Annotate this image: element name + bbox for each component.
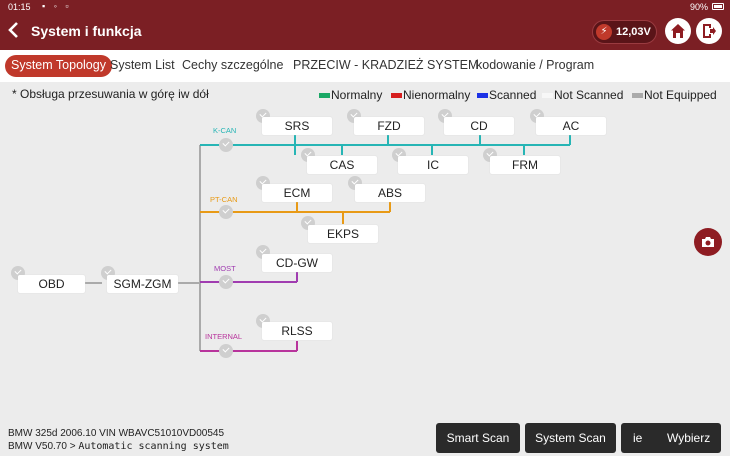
vehicle-path: BMW V50.70 > Automatic scanning system — [8, 441, 229, 452]
bus-check-icon — [219, 275, 233, 289]
vehicle-info: BMW 325d 2006.10 VIN WBAVC51010VD00545 B… — [8, 427, 229, 453]
select-button-prefix: ie — [633, 431, 643, 445]
vehicle-line: BMW 325d 2006.10 VIN WBAVC51010VD00545 — [8, 428, 225, 439]
bus-check-icon — [219, 344, 233, 358]
node-frm[interactable]: FRM — [490, 156, 560, 174]
node-obd[interactable]: OBD — [18, 275, 85, 293]
bus-check-icon — [219, 205, 233, 219]
camera-icon — [702, 237, 714, 247]
screenshot-button[interactable] — [694, 228, 722, 256]
bus-label-kcan: K-CAN — [213, 126, 237, 135]
node-fzd[interactable]: FZD — [354, 117, 424, 135]
node-cas[interactable]: CAS — [307, 156, 377, 174]
node-sgm-zgm[interactable]: SGM-ZGM — [107, 275, 178, 293]
bus-label-ptcan: PT-CAN — [210, 195, 238, 204]
smart-scan-button[interactable]: Smart Scan — [436, 423, 520, 453]
node-ecm[interactable]: ECM — [262, 184, 332, 202]
node-ac[interactable]: AC — [536, 117, 606, 135]
node-cd[interactable]: CD — [444, 117, 514, 135]
node-srs[interactable]: SRS — [262, 117, 332, 135]
node-ekps[interactable]: EKPS — [308, 225, 378, 243]
bus-label-most: MOST — [214, 264, 236, 273]
system-scan-button[interactable]: System Scan — [525, 423, 616, 453]
node-cd-gw[interactable]: CD-GW — [262, 254, 332, 272]
select-button-label: Wybierz — [667, 431, 711, 445]
select-button[interactable]: ie Wybierz — [621, 423, 721, 453]
node-rlss[interactable]: RLSS — [262, 322, 332, 340]
bus-label-internal: INTERNAL — [205, 332, 243, 341]
node-ic[interactable]: IC — [398, 156, 468, 174]
bus-check-icon — [219, 138, 233, 152]
topology-lines — [85, 135, 571, 352]
node-abs[interactable]: ABS — [355, 184, 425, 202]
